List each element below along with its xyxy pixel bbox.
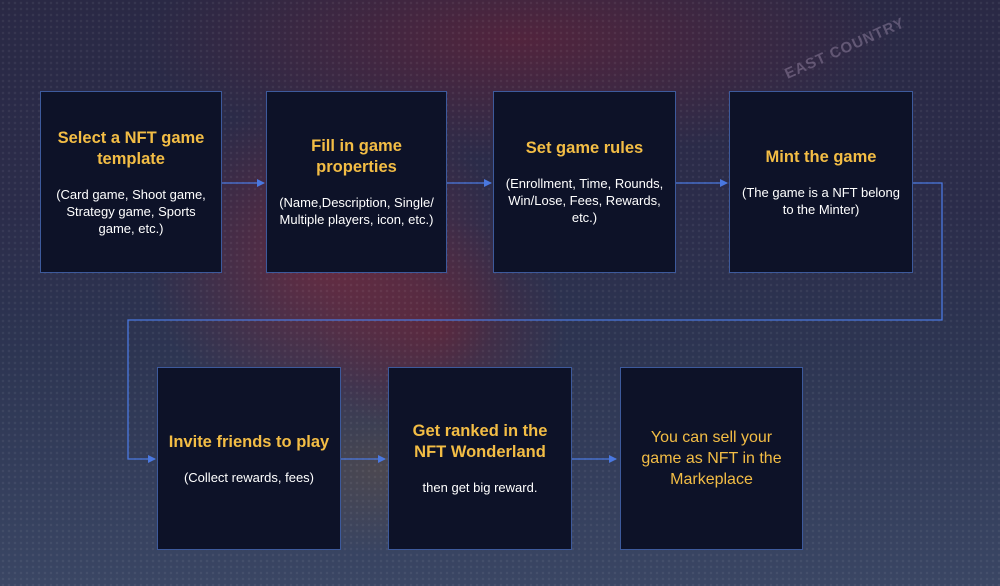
step-select-template: Select a NFT game template (Card game, S… xyxy=(40,91,222,273)
step-title: Select a NFT game template xyxy=(57,128,205,168)
step-description: (Card game, Shoot game, Strategy game, S… xyxy=(56,186,206,236)
step-title: Invite friends to play xyxy=(168,432,330,451)
step-title: Set game rules xyxy=(525,139,644,157)
step-title: Get ranked in the NFT Wonderland xyxy=(412,422,548,461)
step-get-ranked: Get ranked in the NFT Wonderland then ge… xyxy=(388,367,572,550)
step-description: (The game is a NFT belong to the Minter) xyxy=(742,184,900,217)
step-sell-game: You can sell your game as NFT in the Mar… xyxy=(620,367,803,550)
step-title: You can sell your game as NFT in the Mar… xyxy=(641,429,782,488)
step-invite-friends: Invite friends to play (Collect rewards,… xyxy=(157,367,341,550)
step-description: (Name,Description, Single/ Multiple play… xyxy=(279,195,434,227)
step-title: Mint the game xyxy=(765,147,877,166)
step-description: (Enrollment, Time, Rounds, Win/Lose, Fee… xyxy=(505,176,664,225)
step-fill-properties: Fill in game properties (Name,Descriptio… xyxy=(266,91,447,273)
step-description: then get big reward. xyxy=(422,480,538,495)
step-mint-game: Mint the game (The game is a NFT belong … xyxy=(729,91,913,273)
step-set-rules: Set game rules (Enrollment, Time, Rounds… xyxy=(493,91,676,273)
step-description: (Collect rewards, fees) xyxy=(183,469,315,485)
step-title: Fill in game properties xyxy=(311,137,402,176)
